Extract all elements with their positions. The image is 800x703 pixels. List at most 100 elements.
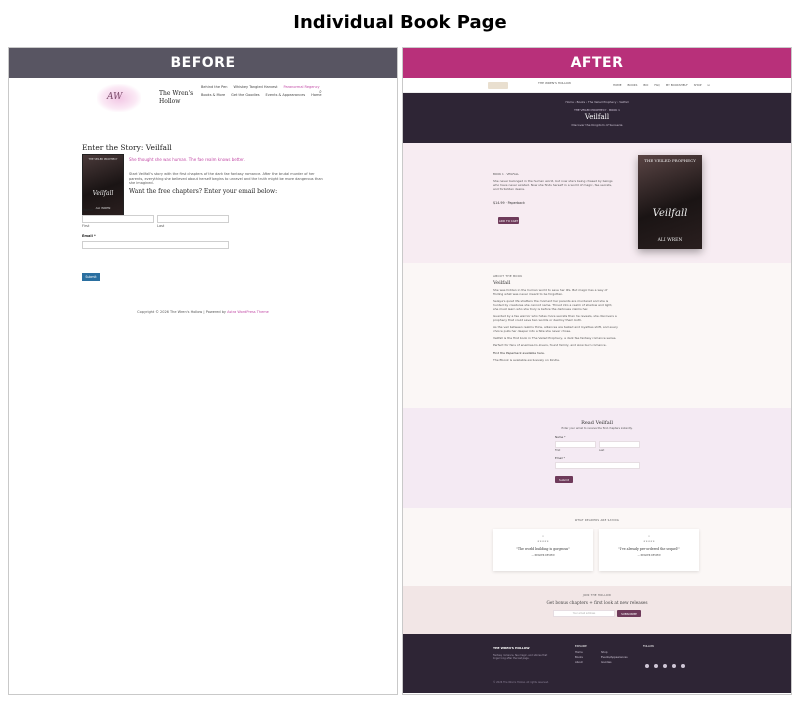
instagram-icon[interactable] [654, 664, 658, 668]
email-input[interactable] [82, 241, 229, 249]
about-paragraph: As the veil between realms thins, allian… [493, 325, 618, 334]
about-paragraph: Selaya's quiet life shatters the moment … [493, 299, 613, 312]
about-paragraph: The Ebook is available exclusively on Ki… [493, 357, 560, 362]
footer-copyright: © 2026 The Wren's Hollow. All rights res… [493, 681, 549, 684]
last-name-input[interactable] [157, 215, 229, 223]
submit-button[interactable]: Submit [555, 476, 573, 483]
review-quote: "I've already pre-ordered the sequel!" [618, 546, 680, 551]
newsletter-section: JOIN THE HOLLOW Get bonus chapters + fir… [403, 586, 791, 634]
footer-copyright: Copyright © 2026 The Wren's Hollow | Pow… [137, 310, 226, 314]
youtube-icon[interactable] [672, 664, 676, 668]
book-subtitle: Discover the Kingdom of Sunseria [571, 123, 623, 127]
about-label: ABOUT THE BOOK [493, 274, 523, 278]
submit-button[interactable]: Submit [82, 273, 100, 281]
search-icon[interactable]: ⌕ [319, 89, 322, 95]
nav-item[interactable]: Behind the Pen [201, 85, 228, 89]
book-heading: Enter the Story: Veilfall [82, 143, 172, 152]
review-byline: — READER REVIEW [531, 553, 555, 557]
footer-brand[interactable]: THE WREN'S HOLLOW [493, 646, 530, 650]
site-footer: THE WREN'S HOLLOW Fantasy romance, fae m… [403, 634, 791, 693]
site-name[interactable]: The Wren's Hollow [159, 90, 199, 106]
last-name-input[interactable] [599, 441, 640, 448]
reviews-section: WHAT READERS ARE SAYING “ ★★★★★ "The wor… [403, 508, 791, 586]
nav-item[interactable]: Whiskey Tangled Harvest [234, 85, 278, 89]
site-logo[interactable]: AW [97, 84, 141, 112]
newsletter-label: JOIN THE HOLLOW [582, 594, 612, 597]
email-label: Email * [82, 234, 96, 238]
site-logo[interactable] [488, 82, 508, 89]
cta-heading: Want the free chapters? Enter your email… [129, 188, 278, 195]
footer-follow-heading: FOLLOW [643, 645, 654, 648]
review-byline: — READER REVIEW [637, 553, 661, 557]
footer-link[interactable]: Goodies [601, 661, 628, 666]
cover-author: ALI WREN [657, 238, 683, 243]
cover-series: THE VEILED PROPHECY [644, 158, 696, 163]
footer-col-2: Shop Events/Appearances Goodies [601, 651, 628, 666]
nav-item[interactable]: BOOKS [628, 83, 638, 87]
nav-item[interactable]: MY BOOKSHELF [666, 83, 688, 87]
before-panel: BEFORE AW The Wren's Hollow Behind the P… [8, 47, 398, 695]
page-title: Individual Book Page [293, 12, 507, 33]
tiktok-icon[interactable] [663, 664, 667, 668]
subscribe-button[interactable]: SUBSCRIBE [617, 610, 641, 617]
book-cover: THE VEILED PROPHECY Veilfall ALI WREN [82, 154, 124, 216]
cover-series: THE VEILED PROPHECY [88, 158, 118, 161]
nav-item[interactable]: Get the Goodies [231, 93, 259, 97]
breadcrumb[interactable]: Home › Books › The Veiled Prophecy › Vei… [403, 100, 791, 104]
about-paragraph: She was hidden in the human world to sav… [493, 288, 608, 297]
threads-icon[interactable] [681, 664, 685, 668]
name-label: Name * [555, 435, 566, 439]
cart-icon[interactable]: ⊡ [707, 83, 709, 87]
facebook-icon[interactable] [645, 664, 649, 668]
book-hero: Home › Books › The Veiled Prophecy › Vei… [403, 93, 791, 143]
before-panel-header: BEFORE [9, 48, 397, 78]
after-panel: AFTER THE WREN'S HOLLOW HOME BOOKS BIO F… [402, 47, 792, 695]
email-input[interactable] [555, 462, 640, 469]
add-to-cart-button[interactable]: ADD TO CART [498, 217, 519, 224]
nav-item[interactable]: HOME [613, 83, 622, 87]
site-footer: Copyright © 2026 The Wren's Hollow | Pow… [9, 310, 397, 315]
review-stars: ★★★★★ [537, 540, 549, 543]
first-name-input[interactable] [82, 215, 154, 223]
footer-link[interactable]: About [575, 661, 583, 666]
social-icons [645, 653, 690, 672]
about-section: ABOUT THE BOOK Veilfall She was hidden i… [403, 263, 791, 408]
last-label: Last [157, 224, 165, 228]
review-stars: ★★★★★ [643, 540, 655, 543]
email-label: Email * [555, 456, 566, 460]
paperback-link[interactable]: Find the Paperback available here. [493, 351, 618, 355]
nav-item[interactable]: FAQ [654, 83, 659, 87]
logo-text: AW [107, 92, 123, 102]
footer-col-1: Home Books About [575, 651, 583, 666]
nav-item-active[interactable]: Paranormal Regency [283, 85, 319, 89]
book-description: Start Veilfall's story with the first ch… [129, 172, 323, 186]
review-card: “ ★★★★★ "The world building is gorgeous"… [493, 529, 593, 571]
first-label: First [82, 224, 90, 228]
footer-theme-link[interactable]: Astra WordPress Theme [227, 310, 269, 314]
nav-item[interactable]: SHOP [694, 83, 702, 87]
product-section: BOOK 1 · VEILFALL She never belonged in … [403, 143, 791, 263]
nav-item[interactable]: Books & More [201, 93, 225, 97]
newsletter-email-input[interactable]: Your email address [553, 610, 615, 617]
cover-title: Veilfall [652, 208, 688, 219]
site-brand[interactable]: THE WREN'S HOLLOW [538, 81, 571, 85]
after-panel-header: AFTER [403, 48, 791, 78]
book-tagline: She thought she was human. The fae realm… [129, 157, 245, 162]
cover-title: Veilfall [92, 190, 114, 197]
nav-item[interactable]: Events & Appearances [266, 93, 306, 97]
main-nav: HOME BOOKS BIO FAQ MY BOOKSHELF SHOP ⊡ [613, 83, 710, 87]
nav-item[interactable]: BIO [643, 83, 648, 87]
newsletter-title: Get bonus chapters + first look at new r… [546, 599, 648, 605]
book-cover: THE VEILED PROPHECY Veilfall ALI WREN [638, 155, 702, 249]
first-name-input[interactable] [555, 441, 596, 448]
first-label: First [555, 449, 561, 452]
reviews-label: WHAT READERS ARE SAYING [574, 519, 620, 522]
footer-tagline: Fantasy romance, fae magic, and stories … [493, 654, 548, 661]
after-site-header: THE WREN'S HOLLOW HOME BOOKS BIO FAQ MY … [403, 78, 791, 93]
read-form-section: Read Veilfall Enter your email to receiv… [403, 408, 791, 508]
last-label: Last [599, 449, 605, 452]
footer-explore-heading: EXPLORE [575, 645, 587, 648]
review-quote: "The world building is gorgeous" [516, 546, 570, 551]
read-subtitle: Enter your email to receive the first ch… [561, 427, 633, 430]
name-label: Name * [82, 208, 97, 212]
